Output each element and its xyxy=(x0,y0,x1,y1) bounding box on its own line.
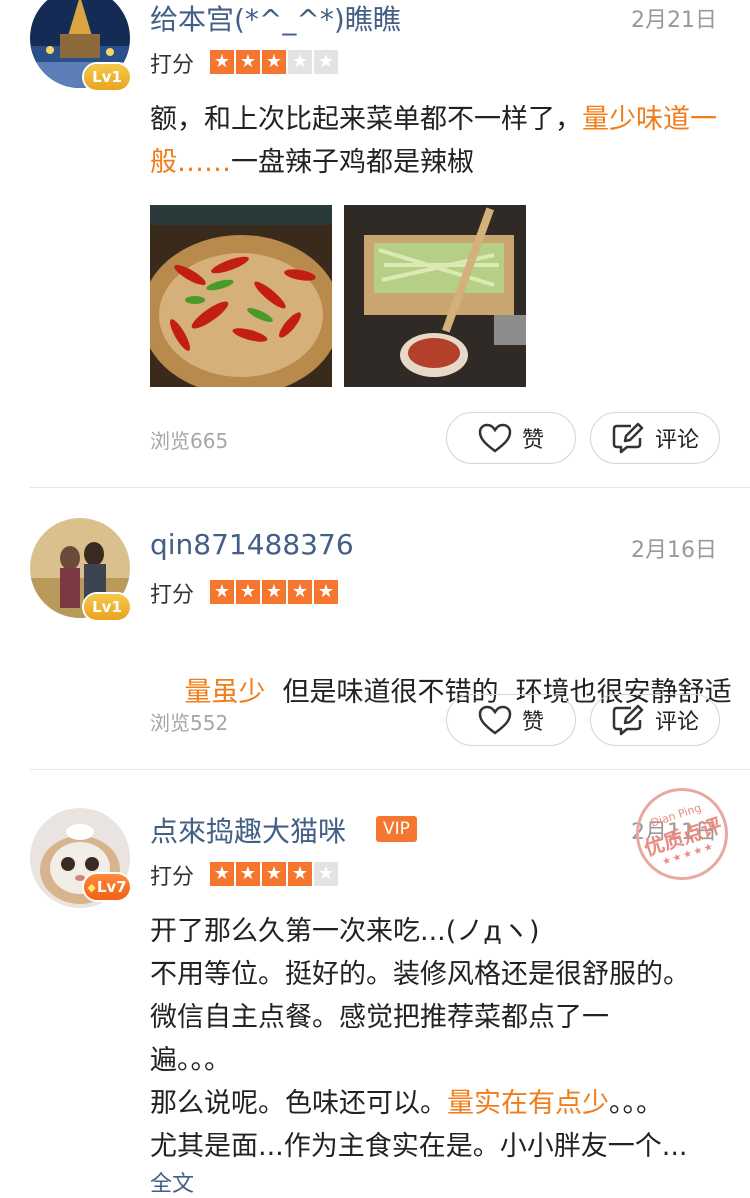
view-count: 浏览665 xyxy=(150,429,229,453)
star-icon: ★ xyxy=(288,50,312,74)
review-text-highlight: 量实在有点少 xyxy=(447,1088,609,1119)
view-count: 浏览552 xyxy=(150,711,229,735)
review-text-plain: 额，和上次比起来菜单都不一样了， xyxy=(150,104,582,135)
star-icon: ★ xyxy=(262,50,286,74)
level-badge: Lv1 xyxy=(84,64,130,90)
star-icon: ★ xyxy=(288,862,312,886)
comment-button[interactable]: 评论 xyxy=(590,694,720,746)
edit-comment-icon xyxy=(611,422,645,454)
review-photo[interactable] xyxy=(344,205,526,387)
username[interactable]: 给本宫(*^_^*)瞧瞧 xyxy=(150,0,401,38)
review-text-line: 微信自主点餐。感觉把推荐菜都点了一 xyxy=(150,1002,609,1033)
rating-label: 打分 xyxy=(150,53,195,78)
level-badge: Lv1 xyxy=(84,594,130,620)
like-button[interactable]: 赞 xyxy=(446,694,576,746)
username[interactable]: 点來捣趣大猫咪 xyxy=(150,810,346,850)
rating-label: 打分 xyxy=(150,583,195,608)
star-icon: ★ xyxy=(236,862,260,886)
heart-outline-icon xyxy=(478,423,512,453)
star-icon: ★ xyxy=(262,862,286,886)
review-date: 2月16日 xyxy=(631,538,717,563)
review-text: 开了那么久第一次来吃...(ノдヽ) 不用等位。挺好的。装修风格还是很舒服的。 … xyxy=(150,910,730,1168)
quality-review-stamp: Dian Ping 优质点评 ★★★★★ xyxy=(624,776,740,892)
review-text-line: 那么说呢。色味还可以。量实在有点少。。。 xyxy=(150,1082,730,1125)
vip-badge: VIP xyxy=(376,816,417,842)
star-icon: ★ xyxy=(210,50,234,74)
review-card: Lv7 点來捣趣大猫咪 VIP 2月11日 Dian Ping 优质点评 ★★★… xyxy=(0,770,750,1198)
star-icon: ★ xyxy=(314,862,338,886)
review-text-tail: 一盘辣子鸡都是辣椒 xyxy=(231,147,474,178)
review-text: 额，和上次比起来菜单都不一样了，量少味道一般……一盘辣子鸡都是辣椒 xyxy=(150,98,720,184)
like-button[interactable]: 赞 xyxy=(446,412,576,464)
star-rating: ★ ★ ★ ★ ★ xyxy=(210,580,340,604)
review-text-tail: 。。。 xyxy=(609,1088,663,1119)
review-text-plain: 那么说呢。色味还可以。 xyxy=(150,1088,447,1119)
comment-label: 评论 xyxy=(654,710,699,735)
rating-label: 打分 xyxy=(150,865,195,890)
expand-full-text-link[interactable]: 全文 xyxy=(150,1166,194,1198)
star-icon: ★ xyxy=(210,862,234,886)
review-text-line: 遍。。。 xyxy=(150,1045,231,1076)
review-text-line: 尤其是面...作为主食实在是。小小胖友一个... xyxy=(150,1131,688,1162)
review-text-highlight: 量虽少 xyxy=(184,677,266,708)
edit-comment-icon xyxy=(611,704,645,736)
star-icon: ★ xyxy=(262,580,286,604)
star-icon: ★ xyxy=(236,580,260,604)
star-rating: ★ ★ ★ ★ ★ xyxy=(210,50,340,74)
star-icon: ★ xyxy=(236,50,260,74)
star-icon: ★ xyxy=(314,580,338,604)
review-card: Lv1 给本宫(*^_^*)瞧瞧 2月21日 打分 ★ ★ ★ ★ ★ 额，和上次比起来… xyxy=(0,0,750,488)
review-text-line: 不用等位。挺好的。装修风格还是很舒服的。 xyxy=(150,959,690,990)
heart-outline-icon xyxy=(478,705,512,735)
star-icon: ★ xyxy=(288,580,312,604)
like-label: 赞 xyxy=(521,710,544,735)
review-photo[interactable] xyxy=(150,205,332,387)
like-label: 赞 xyxy=(521,428,544,453)
review-text-line: 开了那么久第一次来吃...(ノдヽ) xyxy=(150,916,540,947)
star-icon: ★ xyxy=(314,50,338,74)
comment-button[interactable]: 评论 xyxy=(590,412,720,464)
review-date: 2月21日 xyxy=(631,8,717,33)
star-rating: ★ ★ ★ ★ ★ xyxy=(210,862,340,886)
star-icon: ★ xyxy=(210,580,234,604)
username[interactable]: qin871488376 xyxy=(150,528,354,561)
level-badge: Lv7 xyxy=(84,874,130,900)
comment-label: 评论 xyxy=(654,428,699,453)
review-card: Lv1 qin871488376 2月16日 打分 ★ ★ ★ ★ ★ 量虽少 但是味道… xyxy=(0,488,750,770)
